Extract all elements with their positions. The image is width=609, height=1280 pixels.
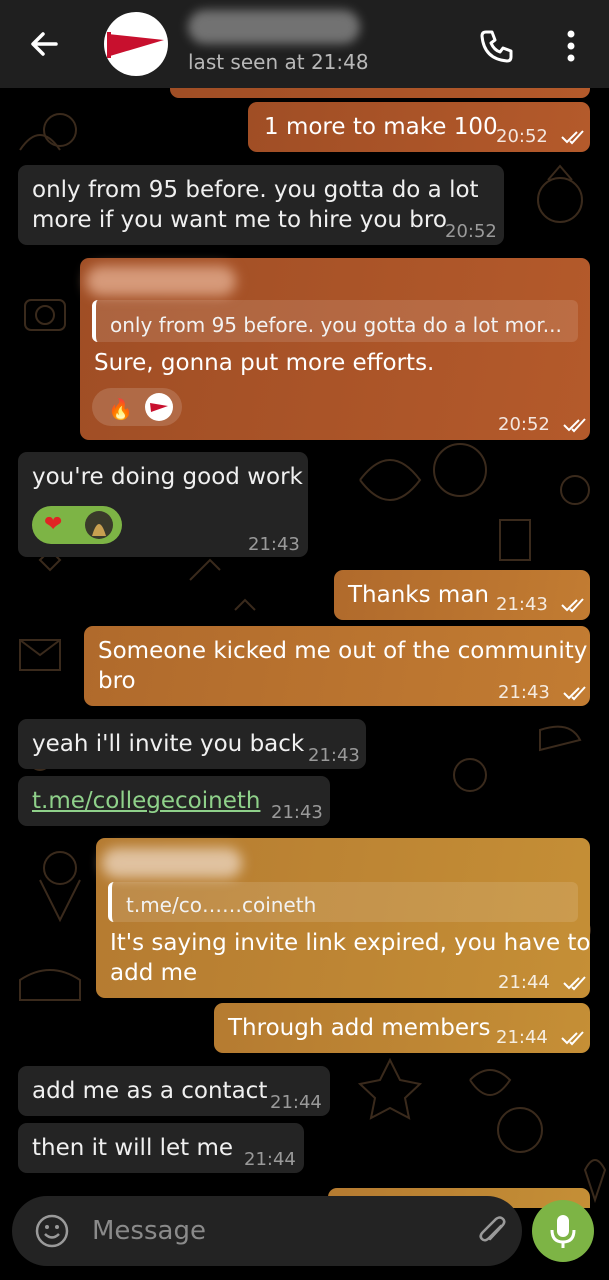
outgoing-message[interactable]: Through add members 21:44	[214, 1003, 590, 1053]
message-time: 21:44	[498, 968, 590, 998]
back-arrow-icon[interactable]	[24, 24, 64, 64]
message-time: 21:44	[496, 1023, 588, 1053]
incoming-message[interactable]: then it will let me 21:44	[18, 1123, 304, 1173]
heart-reaction-icon: ❤	[44, 512, 63, 537]
message-list: 1 more to make 100 20:52 only from 95 be…	[0, 88, 609, 1208]
invite-link[interactable]: t.me/collegecoineth	[32, 786, 260, 816]
message-time: 20:52	[445, 221, 497, 242]
incoming-message[interactable]: you're doing good work ❤ 21:43	[18, 452, 308, 557]
reactor-avatar	[85, 511, 113, 539]
message-time: 21:44	[270, 1092, 322, 1113]
contact-name-redacted[interactable]	[188, 10, 360, 44]
emoji-icon[interactable]	[34, 1213, 70, 1249]
reply-author-redacted	[86, 266, 236, 296]
chat-header: last seen at 21:48	[0, 0, 609, 88]
contact-avatar[interactable]	[104, 12, 168, 76]
reactor-avatar	[145, 393, 173, 421]
outgoing-message[interactable]: Thanks man 21:43	[334, 570, 590, 620]
college-coin-logo-icon	[107, 32, 164, 58]
incoming-message[interactable]: only from 95 before. you gotta do a lot …	[18, 165, 504, 245]
message-input[interactable]	[92, 1214, 422, 1248]
more-options-icon[interactable]	[556, 26, 586, 66]
phone-call-icon[interactable]	[476, 26, 516, 66]
incoming-message[interactable]: add me as a contact 21:44	[18, 1066, 330, 1116]
double-check-icon	[560, 598, 584, 613]
message-composer	[12, 1196, 522, 1266]
reaction-pill[interactable]: 🔥	[92, 388, 182, 426]
incoming-link-message[interactable]: t.me/collegecoineth 21:43	[18, 776, 330, 826]
double-check-icon	[562, 418, 586, 433]
message-time: 21:44	[244, 1149, 296, 1170]
reply-author-redacted	[102, 848, 242, 878]
outgoing-message[interactable]: Someone kicked me out of the community b…	[84, 626, 590, 706]
double-check-icon	[562, 976, 586, 991]
double-check-icon	[560, 1031, 584, 1046]
message-time: 20:52	[496, 122, 588, 152]
message-time: 21:43	[498, 678, 590, 708]
message-time: 21:43	[248, 534, 300, 555]
incoming-message[interactable]: yeah i'll invite you back 21:43	[18, 719, 366, 769]
double-check-icon	[560, 130, 584, 145]
paperclip-icon[interactable]	[474, 1212, 512, 1250]
outgoing-reply-message[interactable]: t.me/co……coineth It's saying invite link…	[96, 838, 591, 998]
message-time: 21:43	[496, 590, 588, 620]
outgoing-message[interactable]: 1 more to make 100 20:52	[248, 102, 590, 152]
message-time: 21:43	[271, 802, 323, 823]
microphone-icon	[550, 1215, 576, 1248]
message-time: 20:52	[498, 410, 590, 440]
microphone-button[interactable]	[532, 1200, 594, 1262]
reaction-pill[interactable]: ❤	[32, 506, 122, 544]
fire-reaction-icon: 🔥	[108, 397, 133, 421]
double-check-icon	[562, 686, 586, 701]
last-seen-status: last seen at 21:48	[188, 50, 369, 74]
message-time: 21:43	[308, 745, 360, 766]
previous-message-tail	[170, 88, 590, 98]
outgoing-reply-message[interactable]: only from 95 before. you gotta do a lot …	[80, 258, 590, 440]
